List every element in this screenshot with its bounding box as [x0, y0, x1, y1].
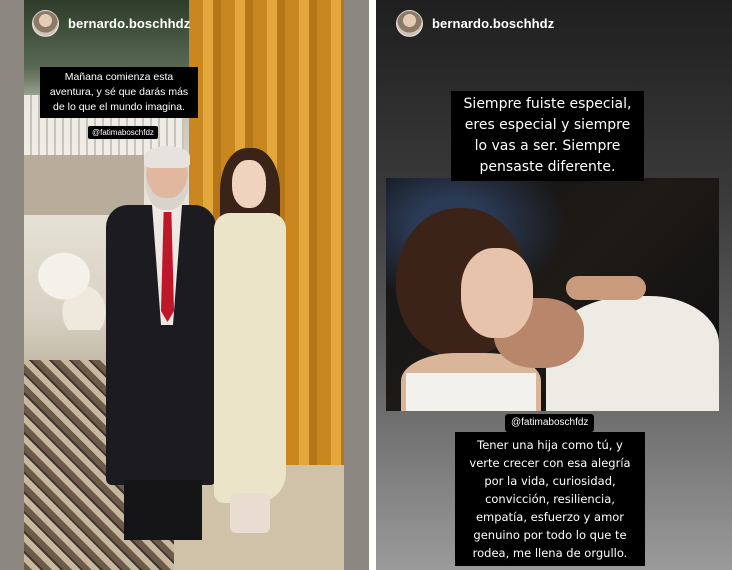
story-header: bernardo.boschhdz — [396, 8, 554, 38]
profile-avatar-icon[interactable] — [32, 9, 59, 37]
mention-tag[interactable]: @fatimaboschfdz — [88, 126, 158, 139]
story-caption-bottom: Tener una hija como tú, y verte crecer c… — [455, 432, 645, 566]
story-caption: Mañana comienza esta aventura, y sé que … — [40, 67, 198, 118]
woman-in-dress — [206, 148, 296, 558]
story-caption-top: Siempre fuiste especial, eres especial y… — [451, 91, 644, 181]
username[interactable]: bernardo.boschhdz — [68, 16, 190, 31]
profile-avatar-icon[interactable] — [396, 9, 423, 37]
story-photo-girl-and-father — [386, 178, 719, 411]
mention-tag[interactable]: @fatimaboschfdz — [505, 414, 595, 432]
story-header: bernardo.boschhdz — [32, 8, 190, 38]
man-in-suit — [106, 146, 216, 550]
username[interactable]: bernardo.boschhdz — [432, 16, 554, 31]
